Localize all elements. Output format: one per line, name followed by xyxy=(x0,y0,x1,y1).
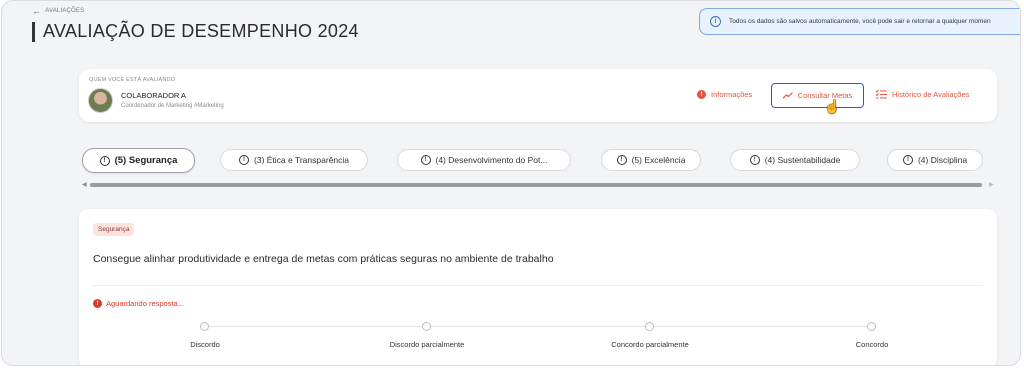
question-card: Segurança Consegue alinhar produtividade… xyxy=(79,209,997,365)
back-link[interactable]: ← AVALIAÇÕES xyxy=(32,6,84,16)
tab-seguranca[interactable]: ! (5) Segurança xyxy=(82,148,195,173)
tabs-scrollbar[interactable] xyxy=(90,183,982,187)
evaluatee-role: Coordenador de Marketing #Marketing xyxy=(121,103,224,109)
status-message: ! Aguardando resposta... xyxy=(93,299,184,308)
autosave-info-banner: i Todos os dados são salvos automaticame… xyxy=(699,8,1020,35)
alert-circle-icon: ! xyxy=(616,155,627,165)
page-title: AVALIAÇÃO DE DESEMPENHO 2024 xyxy=(43,21,359,41)
tab-excelencia[interactable]: ! (5) Excelência xyxy=(601,149,701,171)
title-accent-bar xyxy=(32,22,35,42)
history-button[interactable]: Histórico de Avaliações xyxy=(876,90,969,99)
info-button-label: Informações xyxy=(711,90,753,99)
scale-label: Concordo xyxy=(855,340,889,349)
tab-sustentabilidade[interactable]: ! (4) Sustentabilidade xyxy=(730,149,860,171)
scroll-left-arrow-icon[interactable]: ◀ xyxy=(82,181,87,188)
category-tabs: ! (5) Segurança ! (3) Ética e Transparên… xyxy=(82,148,1002,174)
info-icon: i xyxy=(710,16,721,27)
back-link-label: AVALIAÇÕES xyxy=(45,8,85,14)
history-button-label: Histórico de Avaliações xyxy=(892,90,970,99)
scale-label: Discordo parcialmente xyxy=(389,340,465,349)
tab-label: (5) Excelência xyxy=(631,155,686,165)
alert-circle-icon: ! xyxy=(749,155,760,165)
scale-option-discordo-parcialmente[interactable] xyxy=(422,322,431,331)
tab-label: (5) Segurança xyxy=(114,155,178,166)
tab-etica[interactable]: ! (3) Ética e Transparência xyxy=(220,149,368,171)
scroll-right-arrow-icon[interactable]: ▶ xyxy=(989,181,994,188)
tab-label: (4) Disciplina xyxy=(917,155,968,165)
evaluatee-card: QUEM VOCÊ ESTÁ AVALIANDO COLABORADOR A C… xyxy=(79,69,997,122)
hand-pointer-icon: ☝ xyxy=(824,99,841,114)
scale-option-concordo-parcialmente[interactable] xyxy=(645,322,654,331)
scale-label: Discordo xyxy=(190,340,220,349)
consult-goals-button[interactable]: Consultar Metas xyxy=(771,83,864,108)
evaluatee-name: COLABORADOR A xyxy=(121,91,187,100)
scale-label: Concordo parcialmente xyxy=(611,340,689,349)
alert-circle-icon: ! xyxy=(239,155,250,165)
tab-label: (4) Desenvolvimento do Pot... xyxy=(435,155,548,165)
alert-circle-icon: ! xyxy=(99,155,110,166)
banner-text: Todos os dados são salvos automaticament… xyxy=(729,18,991,25)
question-text: Consegue alinhar produtividade e entrega… xyxy=(93,253,554,265)
tab-label: (3) Ética e Transparência xyxy=(254,155,349,165)
alert-circle-icon: ! xyxy=(697,90,706,99)
tab-label: (4) Sustentabilidade xyxy=(764,155,841,165)
tab-desenvolvimento[interactable]: ! (4) Desenvolvimento do Pot... xyxy=(397,149,571,171)
alert-circle-icon: ! xyxy=(902,155,913,165)
alert-circle-icon: ! xyxy=(420,155,431,165)
status-text: Aguardando resposta... xyxy=(106,299,184,308)
trend-up-icon xyxy=(782,92,793,99)
arrow-left-icon: ← xyxy=(32,6,42,16)
scale-option-concordo[interactable] xyxy=(867,322,876,331)
info-button[interactable]: ! Informações xyxy=(697,90,752,99)
tab-disciplina[interactable]: ! (4) Disciplina xyxy=(887,149,983,171)
evaluatee-label: QUEM VOCÊ ESTÁ AVALIANDO xyxy=(89,77,176,83)
app-window: ← AVALIAÇÕES AVALIAÇÃO DE DESEMPENHO 202… xyxy=(1,0,1021,366)
divider xyxy=(93,285,983,286)
list-check-icon xyxy=(876,90,887,99)
scale-track xyxy=(204,326,872,327)
alert-circle-icon: ! xyxy=(93,299,102,308)
scale-option-discordo[interactable] xyxy=(200,322,209,331)
category-tag: Segurança xyxy=(93,223,135,236)
avatar xyxy=(88,88,113,113)
